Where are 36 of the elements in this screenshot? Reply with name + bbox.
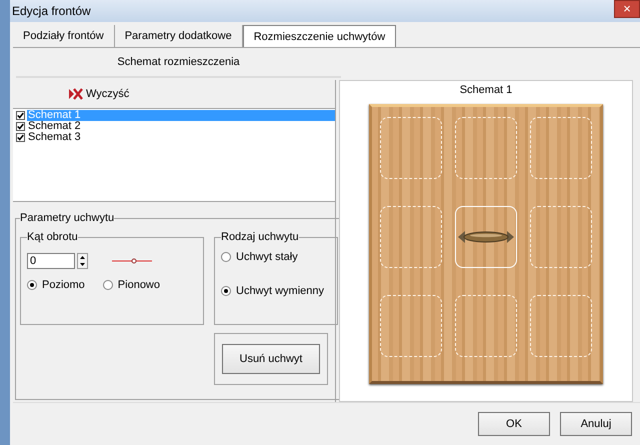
orientation-icon [112,257,152,265]
checkbox[interactable] [16,122,25,131]
type-radio[interactable]: Uchwyt stały [221,251,331,263]
down-arrow-icon [78,261,87,268]
handle-slot[interactable] [380,117,442,179]
spin-buttons[interactable] [77,253,88,269]
clear-button[interactable]: Wyczyść [67,86,132,102]
checkbox[interactable] [16,111,25,120]
handle-slot[interactable] [455,117,517,179]
group-title: Rodzaj uchwytu [221,231,299,243]
orientation-radio[interactable]: Poziomo [27,279,85,291]
handle-slot[interactable] [380,295,442,357]
handle-slot[interactable] [530,117,592,179]
scheme-item[interactable]: Schemat 3 [27,132,335,143]
type-radio[interactable]: Uchwyt wymienny [221,285,331,297]
remove-handle-button[interactable]: Usuń uchwyt [222,344,320,374]
clear-icon [69,88,83,100]
angle-input[interactable]: 0 [27,253,75,269]
dialog-button[interactable]: Anuluj [560,412,632,436]
tab[interactable]: Rozmieszczenie uchwytów [242,25,396,47]
handle-slot[interactable] [530,206,592,268]
window-title: Edycja frontów [11,4,91,18]
section-heading: Schemat rozmieszczenia [117,56,240,68]
handle-slot[interactable] [530,295,592,357]
handle-icon [457,229,515,245]
close-button[interactable]: × [614,0,640,18]
handle-slot[interactable] [380,206,442,268]
up-arrow-icon [78,254,87,261]
preview-title: Schemat 1 [460,84,512,96]
dialog-button[interactable]: OK [478,412,550,436]
checkbox[interactable] [16,133,25,142]
group-title: Kąt obrotu [27,231,78,243]
scheme-item[interactable]: Schemat 2 [27,121,335,132]
orientation-radio[interactable]: Pionowo [102,279,160,291]
group-title: Parametry uchwytu [20,212,114,224]
handle-slot[interactable] [455,295,517,357]
